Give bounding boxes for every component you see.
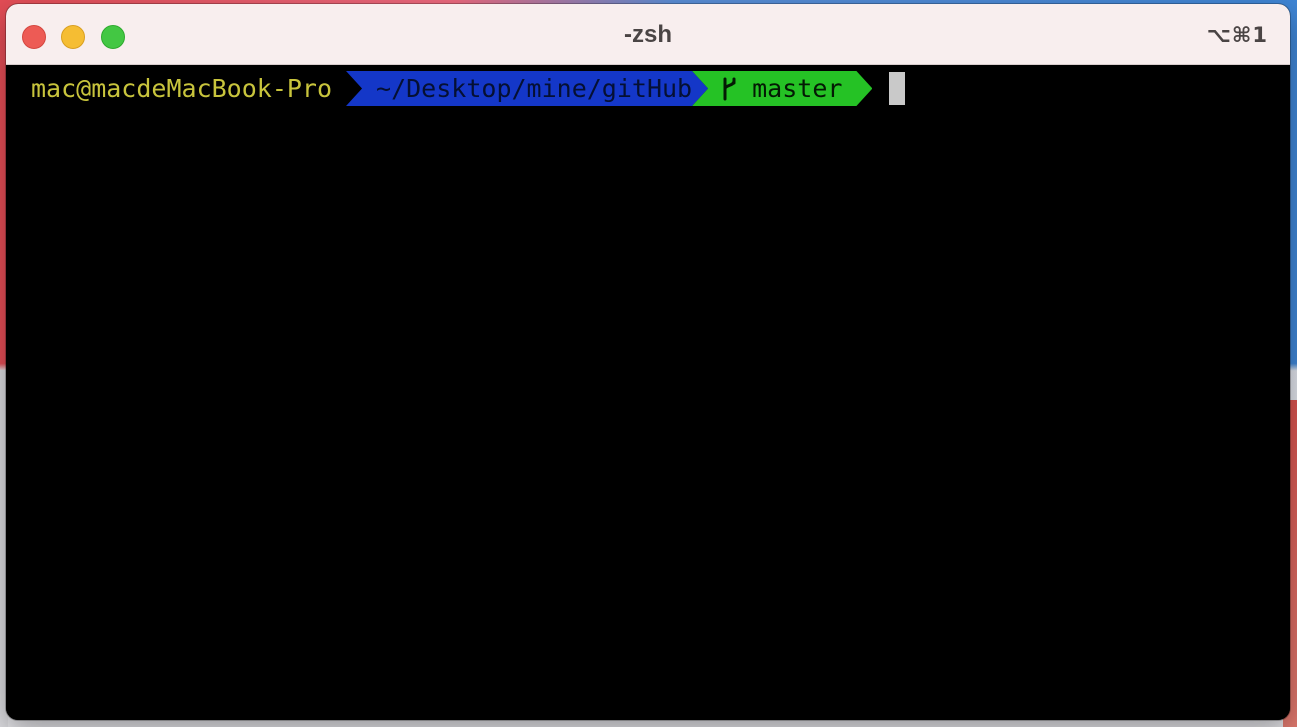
window-title: -zsh [624,21,672,48]
prompt-user-host: mac@macdeMacBook-Pro [31,74,333,103]
window-shortcut-label: ⌥⌘1 [1206,23,1268,47]
prompt-path-segment: ~/Desktop/mine/gitHub [346,71,708,106]
prompt-branch: master [752,74,843,103]
terminal-window: -zsh ⌥⌘1 mac@macdeMacBook-Pro ~/Desktop/… [6,4,1290,720]
prompt-git-segment: master [692,71,872,106]
shell-prompt: mac@macdeMacBook-Pro ~/Desktop/mine/gitH… [6,71,906,106]
title-bar[interactable]: -zsh ⌥⌘1 [6,4,1290,65]
git-branch-icon [722,77,738,101]
text-cursor [889,72,906,105]
terminal-content[interactable]: mac@macdeMacBook-Pro ~/Desktop/mine/gitH… [6,65,1290,720]
prompt-path: ~/Desktop/mine/gitHub [376,74,693,103]
